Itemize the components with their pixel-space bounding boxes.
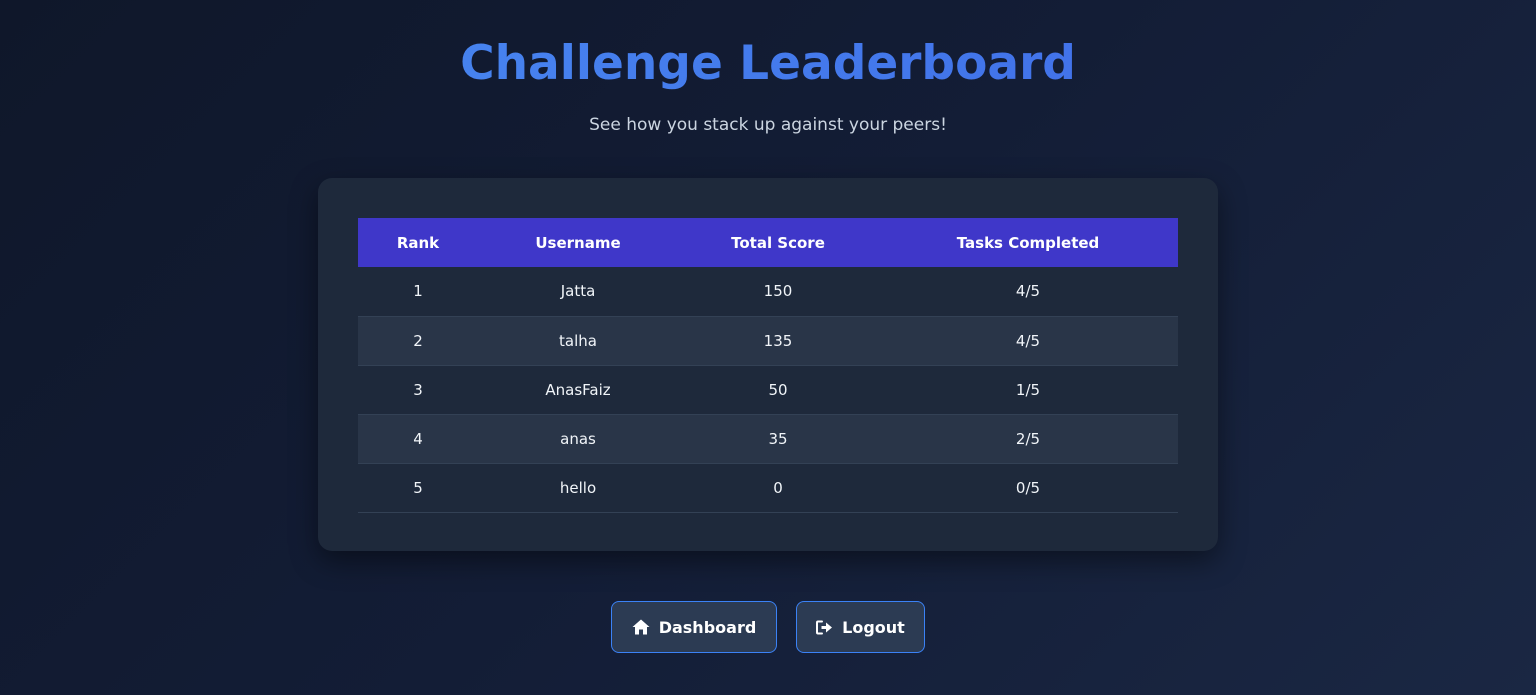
dashboard-button-label: Dashboard bbox=[658, 617, 757, 637]
username-cell: Jatta bbox=[560, 282, 596, 301]
sign-out-icon bbox=[816, 620, 833, 635]
rank-cell: 5 bbox=[413, 478, 423, 497]
column-header-tasks-completed: Tasks Completed bbox=[956, 233, 1100, 252]
table-row: 3 AnasFaiz 50 1/5 bbox=[358, 365, 1178, 414]
tasks-cell: 4/5 bbox=[1015, 282, 1041, 301]
score-cell: 35 bbox=[768, 429, 788, 448]
username-cell: hello bbox=[559, 478, 597, 497]
page-title: Challenge Leaderboard bbox=[0, 36, 1536, 91]
table-header-row: Rank Username Total Score Tasks Complete… bbox=[358, 218, 1178, 267]
username-cell: talha bbox=[559, 331, 597, 350]
rank-cell: 3 bbox=[413, 380, 423, 399]
table-row: 1 Jatta 150 4/5 bbox=[358, 267, 1178, 316]
score-cell: 0 bbox=[773, 478, 783, 497]
table-row: 4 anas 35 2/5 bbox=[358, 414, 1178, 463]
tasks-cell: 4/5 bbox=[1015, 331, 1041, 350]
column-header-total-score: Total Score bbox=[731, 233, 825, 252]
score-cell: 135 bbox=[763, 331, 793, 350]
rank-cell: 4 bbox=[413, 429, 423, 448]
table-row: 2 talha 135 4/5 bbox=[358, 316, 1178, 365]
username-cell: AnasFaiz bbox=[545, 380, 611, 399]
username-cell: anas bbox=[560, 429, 596, 448]
column-header-username: Username bbox=[535, 233, 621, 252]
leaderboard-table: Rank Username Total Score Tasks Complete… bbox=[358, 218, 1178, 513]
rank-cell: 1 bbox=[413, 282, 423, 301]
dashboard-button[interactable]: Dashboard bbox=[611, 601, 777, 653]
table-row: 5 hello 0 0/5 bbox=[358, 463, 1178, 512]
tasks-cell: 0/5 bbox=[1015, 478, 1041, 497]
tasks-cell: 1/5 bbox=[1015, 380, 1041, 399]
logout-button-label: Logout bbox=[842, 617, 905, 637]
column-header-rank: Rank bbox=[396, 233, 440, 252]
score-cell: 50 bbox=[768, 380, 788, 399]
tasks-cell: 2/5 bbox=[1015, 429, 1041, 448]
home-icon bbox=[632, 619, 650, 635]
page-subtitle: See how you stack up against your peers! bbox=[589, 115, 947, 135]
logout-button[interactable]: Logout bbox=[796, 601, 925, 653]
leaderboard-card: Rank Username Total Score Tasks Complete… bbox=[318, 178, 1218, 551]
rank-cell: 2 bbox=[413, 331, 423, 350]
score-cell: 150 bbox=[763, 282, 793, 301]
